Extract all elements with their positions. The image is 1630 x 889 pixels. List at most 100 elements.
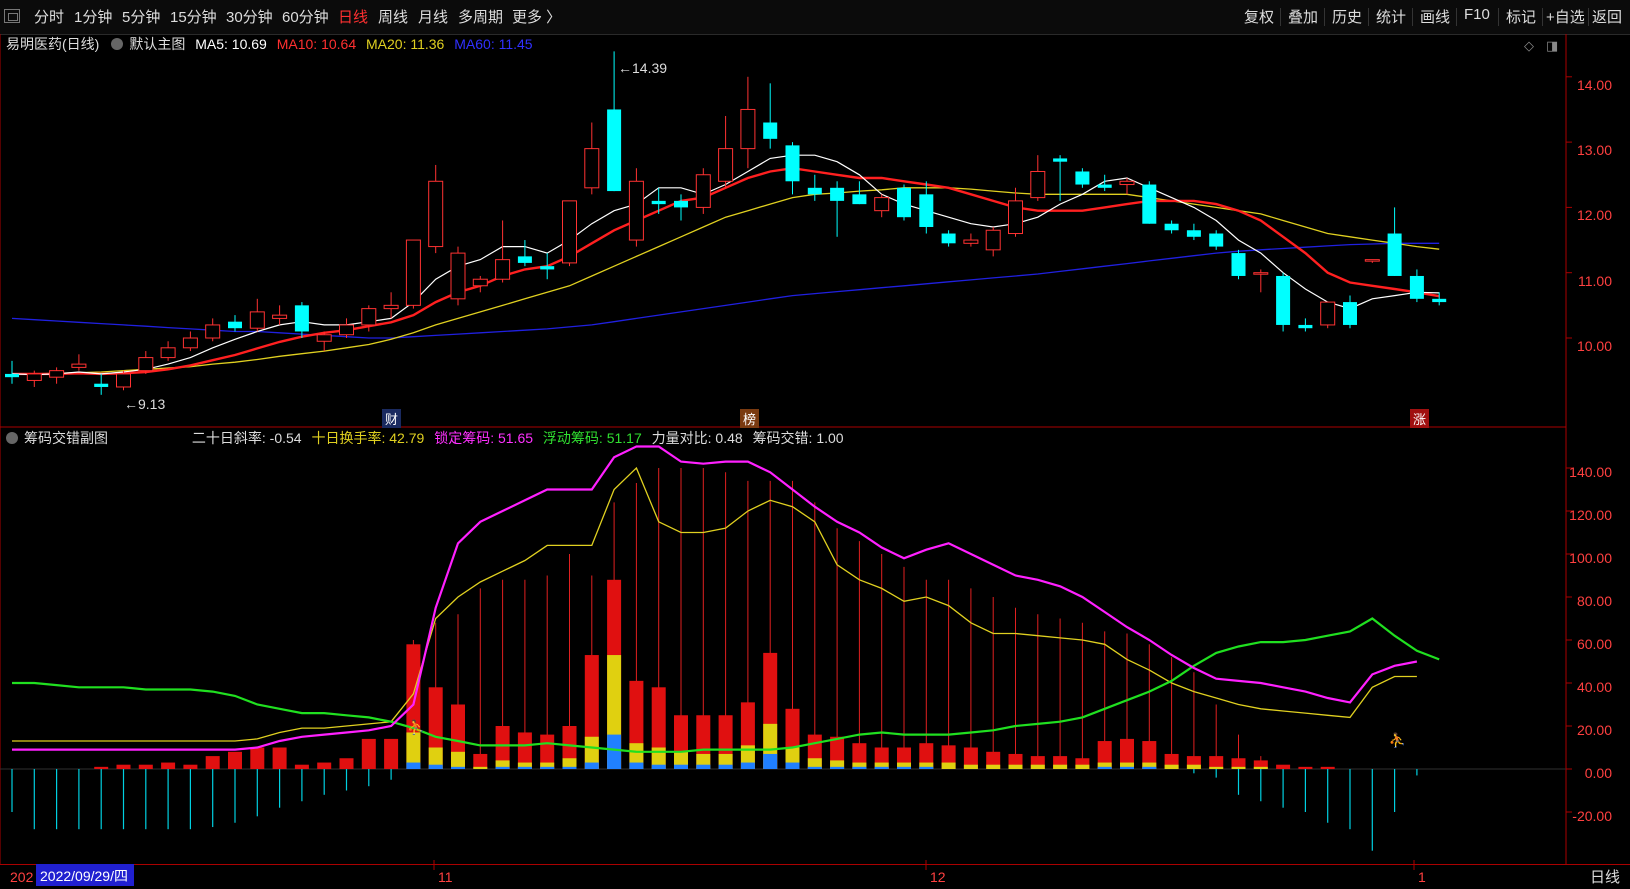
candle-body [1253, 272, 1269, 275]
candle-body [205, 324, 221, 339]
chip-bar-red [138, 764, 153, 769]
chip-bar-yellow [963, 764, 978, 769]
chip-bar-yellow [1186, 764, 1201, 769]
candle-body [785, 145, 800, 182]
candle-body [160, 347, 176, 359]
high-price-annotation: ←14.39 [618, 60, 668, 76]
candle-body [316, 334, 332, 342]
date-month-1: 1 [1418, 869, 1426, 885]
chip-bar-yellow [1030, 764, 1045, 769]
high-price-value: 14.39 [632, 60, 668, 76]
candle-body [94, 383, 109, 387]
candle-body [1409, 275, 1424, 299]
chip-bar-blue [674, 764, 688, 769]
event-tag-finance[interactable]: 财 [382, 409, 402, 428]
price-axis-label: 13.00 [1576, 142, 1612, 158]
chip-bar-red [228, 751, 242, 769]
chip-bar-yellow [1008, 764, 1023, 769]
chip-bar-blue [807, 766, 822, 769]
chip-bar-yellow [451, 751, 465, 769]
event-tag-limit-up[interactable]: 涨 [1410, 409, 1430, 428]
chip-bar-yellow [1231, 766, 1246, 769]
chip-bar-yellow [1209, 766, 1224, 769]
chip-bar-red [339, 758, 354, 769]
chip-bar-red [473, 753, 488, 769]
chip-bar-blue [629, 762, 644, 769]
chip-bar-red [294, 764, 309, 769]
chip-bar-red [1320, 766, 1335, 769]
candle-body [472, 278, 488, 287]
candle-body [1364, 259, 1380, 262]
candle-body [695, 174, 711, 208]
candle-body [628, 180, 644, 241]
sub-axis-label: 120.00 [1569, 507, 1612, 523]
candle-body [852, 194, 867, 205]
candle-body [941, 233, 956, 244]
sub-axis-label: 60.00 [1576, 636, 1612, 652]
chip-bar-blue [406, 762, 421, 769]
chip-bar-red [183, 764, 198, 769]
candle-body [1320, 301, 1336, 326]
candle-body [651, 200, 666, 205]
candle-body [405, 239, 421, 306]
candle-body [1209, 233, 1224, 247]
candle-body [49, 370, 65, 378]
candle-body [272, 314, 288, 319]
chip-bar-yellow [1253, 766, 1268, 769]
runner-icon: ⛹ [407, 718, 424, 736]
chip-bar-blue [1097, 766, 1112, 769]
chip-bar-blue [517, 766, 532, 769]
date-axis: 202 11 12 1 [0, 864, 1630, 889]
candle-body [294, 305, 309, 332]
chip-bar-red [384, 738, 399, 769]
chip-bar-red [116, 764, 131, 769]
date-month-12: 12 [930, 869, 946, 885]
candle-body [1186, 230, 1201, 237]
candle-body [1387, 233, 1402, 276]
chip-bar-red [250, 747, 265, 769]
chip-bar-blue [562, 766, 577, 769]
chip-bar-blue [540, 766, 555, 769]
chip-bar-blue [919, 766, 934, 769]
low-price-value: 9.13 [138, 396, 166, 412]
chip-bar-blue [651, 764, 666, 769]
chip-bar-blue [763, 753, 778, 769]
chip-bar-blue [1142, 766, 1157, 769]
candle-body [138, 357, 154, 372]
candle-body [897, 187, 911, 218]
candle-body [807, 187, 822, 195]
chip-bar-blue [428, 764, 443, 769]
chip-bar-blue [451, 766, 465, 769]
sub-axis-label: 0.00 [1584, 765, 1612, 781]
event-tag-ranking[interactable]: 榜 [740, 409, 760, 428]
chip-bar-blue [785, 762, 800, 769]
turnover-line [12, 466, 1417, 742]
candle-body [1231, 253, 1246, 276]
candle-body [71, 363, 87, 368]
chip-bar-blue [495, 766, 510, 769]
chart-canvas[interactable]: ⛹⛹ [0, 0, 1630, 888]
chip-bar-red [94, 766, 109, 769]
chip-bar-blue [740, 762, 755, 769]
candle-body [830, 187, 845, 201]
candle-body [450, 252, 466, 300]
locked-chips-line [12, 445, 1418, 751]
chip-bar-blue [584, 762, 599, 769]
candle-body [249, 311, 265, 329]
candle-body [763, 122, 778, 139]
chip-bar-red [1298, 766, 1313, 769]
sub-axis-label: 140.00 [1569, 464, 1612, 480]
date-month-11: 11 [438, 869, 453, 885]
chip-bar-blue [852, 766, 867, 769]
candle-body [584, 148, 600, 189]
chip-bar-yellow [941, 762, 956, 769]
price-axis-label: 10.00 [1576, 338, 1612, 354]
chip-bar-red [205, 756, 220, 769]
period-label[interactable]: 日线 [1590, 866, 1620, 887]
candle-body [674, 200, 688, 208]
chip-bar-blue [830, 766, 845, 769]
chip-bar-blue [874, 766, 889, 769]
candle-body [339, 324, 354, 336]
candle-body [1164, 223, 1179, 231]
sub-axis-label: 40.00 [1576, 679, 1612, 695]
